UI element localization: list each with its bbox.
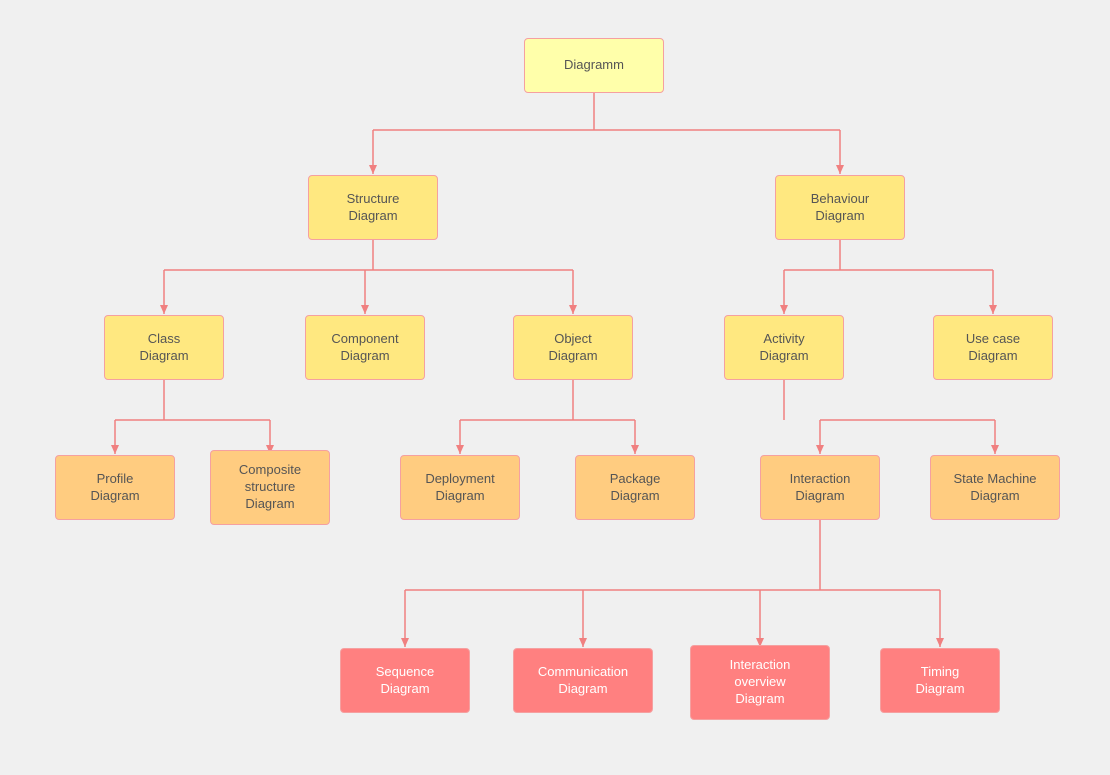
state-machine-diagram-node: State MachineDiagram	[930, 455, 1060, 520]
object-diagram-node: ObjectDiagram	[513, 315, 633, 380]
behaviour-diagram-node: BehaviourDiagram	[775, 175, 905, 240]
diagram-container: Diagramm StructureDiagram BehaviourDiagr…	[0, 0, 1110, 775]
package-diagram-node: PackageDiagram	[575, 455, 695, 520]
deployment-diagram-node: DeploymentDiagram	[400, 455, 520, 520]
structure-diagram-node: StructureDiagram	[308, 175, 438, 240]
diagramm-node: Diagramm	[524, 38, 664, 93]
component-diagram-node: ComponentDiagram	[305, 315, 425, 380]
usecase-diagram-node: Use caseDiagram	[933, 315, 1053, 380]
communication-diagram-node: CommunicationDiagram	[513, 648, 653, 713]
profile-diagram-node: ProfileDiagram	[55, 455, 175, 520]
interaction-diagram-node: InteractionDiagram	[760, 455, 880, 520]
timing-diagram-node: TimingDiagram	[880, 648, 1000, 713]
composite-structure-diagram-node: CompositestructureDiagram	[210, 450, 330, 525]
interaction-overview-diagram-node: InteractionoverviewDiagram	[690, 645, 830, 720]
activity-diagram-node: ActivityDiagram	[724, 315, 844, 380]
sequence-diagram-node: SequenceDiagram	[340, 648, 470, 713]
class-diagram-node: ClassDiagram	[104, 315, 224, 380]
